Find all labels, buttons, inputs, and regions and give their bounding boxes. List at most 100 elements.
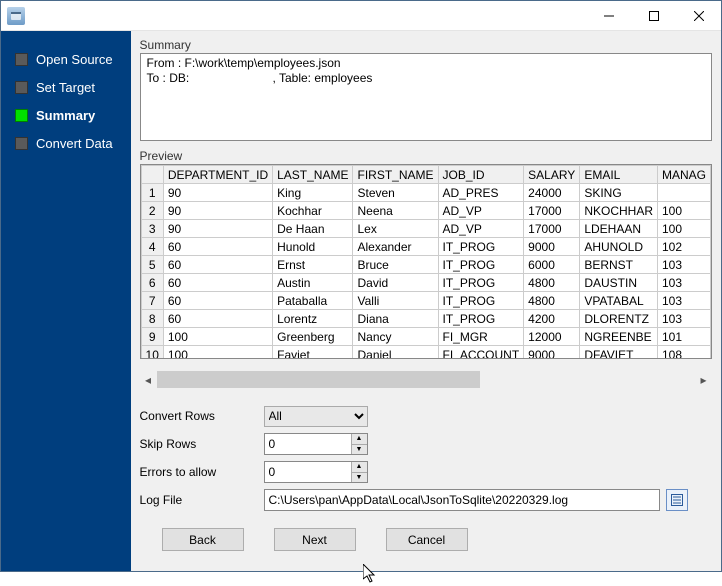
table-cell[interactable]: 90 bbox=[163, 184, 272, 202]
table-cell[interactable]: Diana bbox=[353, 310, 438, 328]
table-cell[interactable]: 60 bbox=[163, 274, 272, 292]
table-cell[interactable]: NKOCHHAR bbox=[580, 202, 658, 220]
table-cell[interactable]: 9000 bbox=[524, 238, 580, 256]
table-cell[interactable]: 100 bbox=[657, 202, 710, 220]
scroll-track[interactable] bbox=[157, 371, 695, 388]
summary-text[interactable]: From : F:\work\temp\employees.json To : … bbox=[140, 53, 712, 141]
step-summary[interactable]: Summary bbox=[1, 101, 131, 129]
table-cell[interactable]: Pataballa bbox=[273, 292, 353, 310]
column-header[interactable]: EMAIL bbox=[580, 166, 658, 184]
table-cell[interactable]: 101 bbox=[657, 328, 710, 346]
column-header[interactable]: JOB_ID bbox=[438, 166, 524, 184]
table-row[interactable]: 190KingStevenAD_PRES24000SKING bbox=[141, 184, 710, 202]
skip-rows-spinner[interactable]: ▲▼ bbox=[264, 433, 368, 455]
table-cell[interactable]: DFAVIET bbox=[580, 346, 658, 360]
spin-down-icon[interactable]: ▼ bbox=[352, 473, 367, 483]
table-cell[interactable]: 103 bbox=[657, 292, 710, 310]
table-row[interactable]: 560ErnstBruceIT_PROG6000BERNST103 bbox=[141, 256, 710, 274]
table-row[interactable]: 460HunoldAlexanderIT_PROG9000AHUNOLD102 bbox=[141, 238, 710, 256]
table-cell[interactable]: 102 bbox=[657, 238, 710, 256]
column-header[interactable]: MANAG bbox=[657, 166, 710, 184]
table-cell[interactable]: 4800 bbox=[524, 274, 580, 292]
table-row[interactable]: 10100FavietDanielFI_ACCOUNT9000DFAVIET10… bbox=[141, 346, 710, 360]
table-cell[interactable]: IT_PROG bbox=[438, 238, 524, 256]
table-row[interactable]: 390De HaanLexAD_VP17000LDEHAAN100 bbox=[141, 220, 710, 238]
table-cell[interactable]: 17000 bbox=[524, 202, 580, 220]
table-cell[interactable]: FI_MGR bbox=[438, 328, 524, 346]
table-cell[interactable]: 60 bbox=[163, 256, 272, 274]
table-cell[interactable]: 4200 bbox=[524, 310, 580, 328]
table-cell[interactable]: 9000 bbox=[524, 346, 580, 360]
table-cell[interactable]: LDEHAAN bbox=[580, 220, 658, 238]
step-set-target[interactable]: Set Target bbox=[1, 73, 131, 101]
table-cell[interactable]: IT_PROG bbox=[438, 256, 524, 274]
preview-table[interactable]: DEPARTMENT_IDLAST_NAMEFIRST_NAMEJOB_IDSA… bbox=[140, 164, 712, 359]
table-cell[interactable]: Ernst bbox=[273, 256, 353, 274]
table-cell[interactable]: 100 bbox=[657, 220, 710, 238]
scroll-thumb[interactable] bbox=[157, 371, 480, 388]
table-cell[interactable]: NGREENBE bbox=[580, 328, 658, 346]
column-header[interactable]: SALARY bbox=[524, 166, 580, 184]
cancel-button[interactable]: Cancel bbox=[386, 528, 468, 551]
table-cell[interactable]: Neena bbox=[353, 202, 438, 220]
table-cell[interactable]: IT_PROG bbox=[438, 274, 524, 292]
table-cell[interactable]: Lorentz bbox=[273, 310, 353, 328]
table-cell[interactable]: Nancy bbox=[353, 328, 438, 346]
log-file-input[interactable] bbox=[264, 489, 660, 511]
convert-rows-select[interactable]: All bbox=[264, 406, 368, 427]
table-cell[interactable]: Faviet bbox=[273, 346, 353, 360]
errors-allow-spinner[interactable]: ▲▼ bbox=[264, 461, 368, 483]
table-cell[interactable]: FI_ACCOUNT bbox=[438, 346, 524, 360]
table-cell[interactable]: Steven bbox=[353, 184, 438, 202]
table-row[interactable]: 860LorentzDianaIT_PROG4200DLORENTZ103 bbox=[141, 310, 710, 328]
table-cell[interactable]: Valli bbox=[353, 292, 438, 310]
browse-log-button[interactable] bbox=[666, 489, 688, 511]
spin-down-icon[interactable]: ▼ bbox=[352, 445, 367, 455]
table-cell[interactable]: 103 bbox=[657, 310, 710, 328]
table-cell[interactable]: 6000 bbox=[524, 256, 580, 274]
table-cell[interactable]: Hunold bbox=[273, 238, 353, 256]
table-cell[interactable]: 60 bbox=[163, 292, 272, 310]
skip-rows-input[interactable] bbox=[265, 434, 351, 454]
table-cell[interactable]: 103 bbox=[657, 274, 710, 292]
step-open-source[interactable]: Open Source bbox=[1, 45, 131, 73]
table-cell[interactable]: 100 bbox=[163, 328, 272, 346]
next-button[interactable]: Next bbox=[274, 528, 356, 551]
table-cell[interactable]: AD_VP bbox=[438, 202, 524, 220]
table-cell[interactable]: 90 bbox=[163, 220, 272, 238]
back-button[interactable]: Back bbox=[162, 528, 244, 551]
table-cell[interactable]: 60 bbox=[163, 238, 272, 256]
table-row[interactable]: 290KochharNeenaAD_VP17000NKOCHHAR100 bbox=[141, 202, 710, 220]
table-cell[interactable]: 4800 bbox=[524, 292, 580, 310]
table-cell[interactable]: Alexander bbox=[353, 238, 438, 256]
table-cell[interactable]: Kochhar bbox=[273, 202, 353, 220]
table-cell[interactable]: 17000 bbox=[524, 220, 580, 238]
table-cell[interactable]: AD_VP bbox=[438, 220, 524, 238]
table-cell[interactable]: David bbox=[353, 274, 438, 292]
table-cell[interactable] bbox=[657, 184, 710, 202]
table-cell[interactable]: DLORENTZ bbox=[580, 310, 658, 328]
column-header[interactable]: FIRST_NAME bbox=[353, 166, 438, 184]
table-cell[interactable]: IT_PROG bbox=[438, 310, 524, 328]
table-cell[interactable]: 103 bbox=[657, 256, 710, 274]
table-cell[interactable]: AHUNOLD bbox=[580, 238, 658, 256]
table-cell[interactable]: King bbox=[273, 184, 353, 202]
table-cell[interactable]: 12000 bbox=[524, 328, 580, 346]
table-cell[interactable]: 108 bbox=[657, 346, 710, 360]
column-header[interactable]: LAST_NAME bbox=[273, 166, 353, 184]
close-button[interactable] bbox=[676, 1, 721, 30]
scroll-right-arrow[interactable]: ▸ bbox=[695, 371, 712, 388]
table-cell[interactable]: 100 bbox=[163, 346, 272, 360]
horizontal-scrollbar[interactable]: ◂ ▸ bbox=[140, 371, 712, 388]
table-cell[interactable]: VPATABAL bbox=[580, 292, 658, 310]
table-cell[interactable]: 60 bbox=[163, 310, 272, 328]
table-cell[interactable]: Bruce bbox=[353, 256, 438, 274]
table-row[interactable]: 760PataballaValliIT_PROG4800VPATABAL103 bbox=[141, 292, 710, 310]
table-cell[interactable]: DAUSTIN bbox=[580, 274, 658, 292]
table-cell[interactable]: IT_PROG bbox=[438, 292, 524, 310]
column-header[interactable]: DEPARTMENT_ID bbox=[163, 166, 272, 184]
spin-up-icon[interactable]: ▲ bbox=[352, 462, 367, 473]
spin-up-icon[interactable]: ▲ bbox=[352, 434, 367, 445]
table-cell[interactable]: SKING bbox=[580, 184, 658, 202]
step-convert-data[interactable]: Convert Data bbox=[1, 129, 131, 157]
